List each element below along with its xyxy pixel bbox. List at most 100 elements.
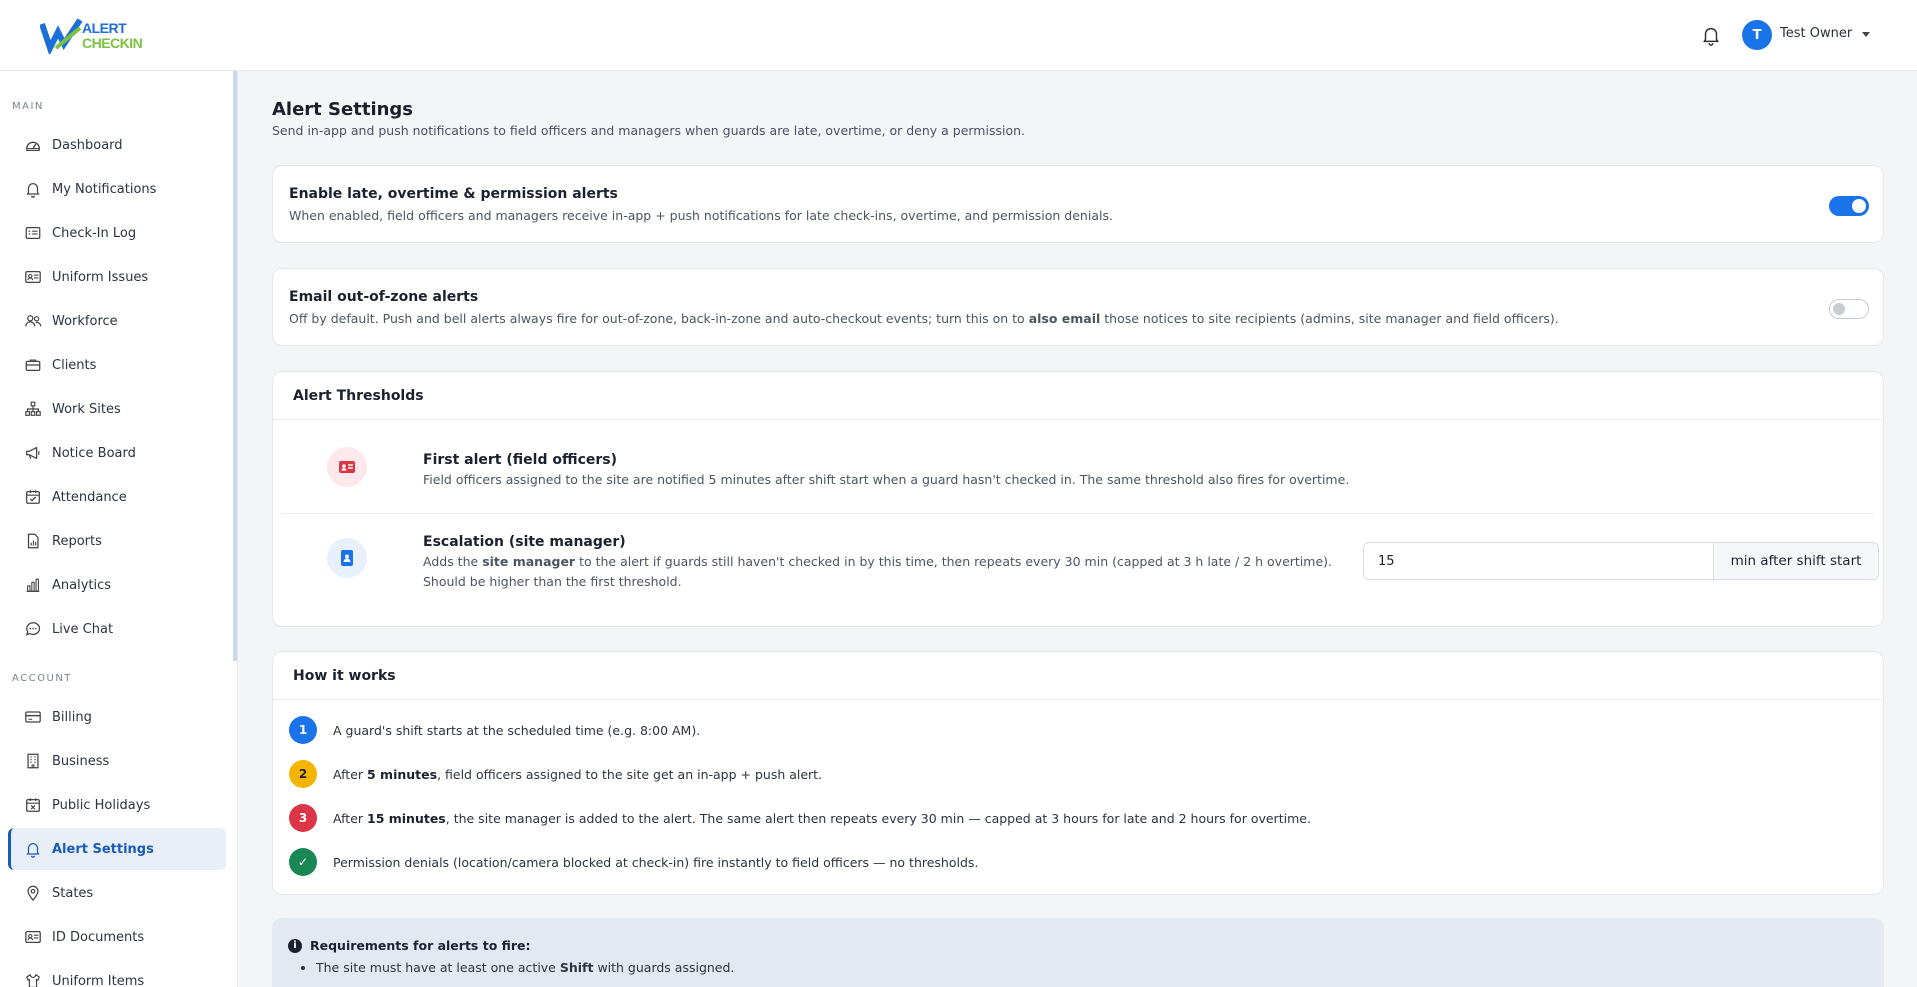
sidebar-item-business[interactable]: Business (8, 740, 226, 782)
logo-check-icon (40, 18, 83, 54)
sidebar-item-uniform-items[interactable]: Uniform Items (8, 960, 226, 987)
user-name[interactable]: Test Owner (1780, 26, 1852, 41)
id-badge-icon (339, 461, 355, 473)
shirt-icon (26, 974, 40, 987)
how-it-works-card: How it works 1 A guard's shift starts at… (272, 651, 1884, 895)
step-text: After 15 minutes, the site manager is ad… (333, 810, 1311, 826)
sidebar-item-analytics[interactable]: Analytics (8, 564, 226, 606)
escalation-minutes-input[interactable] (1363, 542, 1713, 580)
dashboard-icon (26, 141, 40, 151)
alerts-toggle-desc: When enabled, field officers and manager… (289, 208, 1113, 223)
alerts-toggle-title: Enable late, overtime & permission alert… (289, 186, 618, 202)
sidebar-item-notice-board[interactable]: Notice Board (8, 432, 226, 474)
sidebar-item-attendance[interactable]: Attendance (8, 476, 226, 518)
requirement-item: The site must have at least one active S… (316, 960, 734, 975)
logo-line-2: CHECKIN (82, 35, 143, 51)
briefcase-icon (25, 359, 41, 372)
sidebar-item-clients[interactable]: Clients (8, 344, 226, 386)
sidebar-item-label: Workforce (52, 313, 118, 329)
email-alerts-title: Email out-of-zone alerts (289, 289, 479, 305)
sidebar-section-main: MAIN (12, 101, 44, 112)
sidebar-item-public-holidays[interactable]: Public Holidays (8, 784, 226, 826)
sidebar-item-live-chat[interactable]: Live Chat (8, 608, 226, 650)
email-alerts-card: Email out-of-zone alerts Off by default.… (272, 268, 1884, 346)
user-avatar[interactable]: T (1742, 20, 1772, 50)
requirements-list: The site must have at least one active S… (316, 960, 734, 981)
how-it-works-heading: How it works (273, 652, 1883, 700)
requirements-box: i Requirements for alerts to fire: The s… (272, 918, 1884, 987)
id-card-icon (25, 930, 41, 944)
contact-book-icon (341, 550, 353, 566)
step-check-badge: ✓ (289, 848, 317, 876)
sidebar-item-alert-settings[interactable]: Alert Settings (8, 828, 226, 870)
sidebar-item-id-documents[interactable]: ID Documents (8, 916, 226, 958)
enable-alerts-toggle[interactable] (1829, 196, 1869, 216)
map-pin-icon (27, 885, 39, 901)
sidebar-item-label: Clients (52, 357, 97, 373)
sidebar-section-account: ACCOUNT (12, 673, 72, 684)
calendar-check-icon (26, 490, 40, 504)
sidebar-item-my-notifications[interactable]: My Notifications (8, 168, 226, 210)
app-logo[interactable]: ALERT CHECKIN (40, 18, 143, 54)
sitemap-icon (25, 401, 41, 416)
sidebar-item-label: Analytics (52, 577, 112, 593)
sidebar-scrollbar[interactable] (233, 71, 237, 661)
bell-icon (26, 842, 40, 858)
escalation-icon-wrap (327, 538, 367, 578)
info-icon: i (288, 938, 302, 953)
email-alerts-toggle[interactable] (1829, 299, 1869, 319)
step-number-badge: 3 (289, 804, 317, 832)
users-icon (25, 315, 42, 327)
sidebar-item-label: Business (52, 753, 110, 769)
sidebar-item-states[interactable]: States (8, 872, 226, 914)
sidebar-item-billing[interactable]: Billing (8, 696, 226, 738)
step-text: A guard's shift starts at the scheduled … (333, 722, 701, 738)
first-alert-title: First alert (field officers) (423, 452, 618, 468)
sidebar-item-label: Uniform Items (52, 973, 145, 987)
page-subtitle: Send in-app and push notifications to fi… (272, 123, 1026, 138)
escalation-row: Escalation (site manager) Adds the site … (281, 514, 1879, 614)
sidebar-item-label: Attendance (52, 489, 127, 505)
sidebar-item-reports[interactable]: Reports (8, 520, 226, 562)
log-icon (25, 226, 41, 240)
step-number-badge: 1 (289, 716, 317, 744)
how-step-3: 3 After 15 minutes, the site manager is … (289, 804, 1311, 832)
sidebar-item-work-sites[interactable]: Work Sites (8, 388, 226, 430)
sidebar-item-label: Work Sites (52, 401, 121, 417)
id-card-icon (25, 270, 41, 284)
first-alert-row: First alert (field officers) Field offic… (281, 420, 1875, 514)
escalation-input-suffix: min after shift start (1713, 542, 1879, 580)
report-icon (27, 533, 39, 549)
alerts-toggle-card: Enable late, overtime & permission alert… (272, 165, 1884, 243)
how-step-4: ✓ Permission denials (location/camera bl… (289, 848, 978, 876)
sidebar-item-label: Check-In Log (52, 225, 137, 241)
sidebar-item-check-in-log[interactable]: Check-In Log (8, 212, 226, 254)
sidebar-item-uniform-issues[interactable]: Uniform Issues (8, 256, 226, 298)
sidebar-item-workforce[interactable]: Workforce (8, 300, 226, 342)
sidebar-item-label: Public Holidays (52, 797, 151, 813)
sidebar-item-dashboard[interactable]: Dashboard (8, 124, 226, 166)
megaphone-icon (26, 446, 40, 460)
thresholds-card: Alert Thresholds First alert (field offi… (272, 371, 1884, 627)
first-alert-desc: Field officers assigned to the site are … (423, 472, 1350, 487)
sidebar: MAIN Dashboard My Notifications Check-In… (0, 71, 238, 987)
chat-icon (26, 622, 41, 636)
step-text: After 5 minutes, field officers assigned… (333, 766, 823, 782)
user-menu-chevron-down-icon[interactable] (1862, 32, 1870, 37)
credit-card-icon (25, 711, 41, 723)
requirements-heading: Requirements for alerts to fire: (310, 938, 531, 953)
bar-chart-icon (26, 578, 40, 592)
how-step-2: 2 After 5 minutes, field officers assign… (289, 760, 822, 788)
email-alerts-desc: Off by default. Push and bell alerts alw… (289, 311, 1559, 326)
sidebar-item-label: Live Chat (52, 621, 114, 637)
escalation-input-group: min after shift start (1363, 542, 1879, 580)
main-content: Alert Settings Send in-app and push noti… (238, 71, 1917, 987)
top-bar: ALERT CHECKIN T Test Owner (0, 0, 1917, 71)
how-step-1: 1 A guard's shift starts at the schedule… (289, 716, 700, 744)
sidebar-item-label: ID Documents (52, 929, 145, 945)
sidebar-item-label: Alert Settings (52, 841, 154, 857)
first-alert-icon-wrap (327, 447, 367, 487)
sidebar-item-label: Dashboard (52, 137, 123, 153)
notifications-bell-icon[interactable] (1700, 24, 1722, 46)
escalation-desc: Adds the site manager to the alert if gu… (423, 554, 1332, 589)
